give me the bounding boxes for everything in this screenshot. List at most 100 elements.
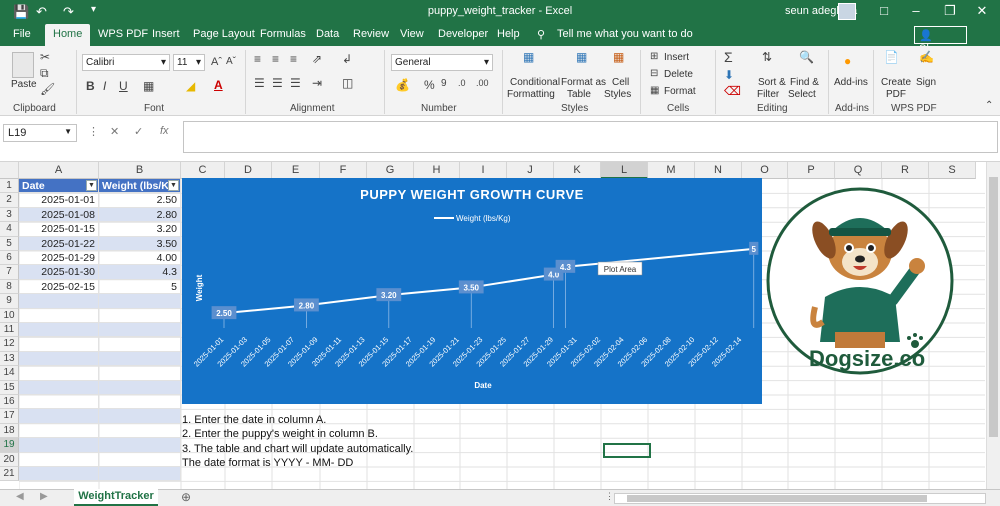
delete-cells-icon[interactable]: ⊟ bbox=[650, 68, 658, 79]
table-cell[interactable] bbox=[99, 423, 181, 439]
column-header-d[interactable]: D bbox=[225, 162, 272, 179]
number-format-select[interactable]: General ▾ bbox=[391, 54, 493, 71]
decrease-font-icon[interactable]: Aˇ bbox=[226, 56, 236, 67]
row-header-7[interactable]: 7 bbox=[0, 265, 19, 280]
row-header-17[interactable]: 17 bbox=[0, 409, 19, 424]
row-header-18[interactable]: 18 bbox=[0, 423, 19, 439]
column-header-l[interactable]: L bbox=[601, 162, 648, 179]
format-painter-icon[interactable]: 🖌 bbox=[40, 82, 55, 96]
next-sheet-icon[interactable]: ▶ bbox=[40, 491, 48, 502]
tab-help[interactable]: Help bbox=[497, 28, 520, 40]
column-header-e[interactable]: E bbox=[272, 162, 320, 179]
ribbon-display-icon[interactable]: □ bbox=[874, 3, 894, 18]
insert-cells-icon[interactable]: ⊞ bbox=[650, 51, 658, 62]
sheet-tab-weighttracker[interactable]: WeightTracker bbox=[74, 489, 158, 506]
paste-icon[interactable] bbox=[12, 52, 34, 78]
format-as-table-icon[interactable]: ▦ bbox=[576, 50, 587, 64]
table-cell[interactable] bbox=[99, 438, 181, 453]
align-right-icon[interactable]: ☰ bbox=[290, 76, 301, 90]
wrap-text-icon[interactable]: ↲ bbox=[342, 52, 352, 66]
row-header-3[interactable]: 3 bbox=[0, 207, 19, 223]
formatting-label[interactable]: Formatting bbox=[507, 89, 555, 101]
merge-icon[interactable]: ◫ bbox=[342, 76, 353, 90]
table-cell[interactable] bbox=[19, 351, 99, 367]
cell-styles-icon[interactable]: ▦ bbox=[613, 50, 624, 64]
active-cell[interactable] bbox=[603, 443, 651, 458]
align-center-icon[interactable]: ☰ bbox=[272, 76, 283, 90]
find-label[interactable]: Find & bbox=[790, 77, 819, 89]
cancel-icon[interactable]: ✕ bbox=[110, 125, 119, 138]
close-icon[interactable]: ✕ bbox=[972, 3, 992, 19]
table-cell[interactable] bbox=[19, 337, 99, 352]
table-cell[interactable] bbox=[19, 467, 99, 482]
autosum-button[interactable]: Σ bbox=[724, 49, 733, 65]
table-cell[interactable]: 4.00 bbox=[99, 251, 181, 266]
table-cell[interactable] bbox=[99, 323, 181, 338]
column-header-h[interactable]: H bbox=[414, 162, 460, 179]
share-button[interactable]: 👤 Share ▾ bbox=[914, 26, 967, 55]
row-header-8[interactable]: 8 bbox=[0, 279, 19, 295]
row-header-15[interactable]: 15 bbox=[0, 380, 19, 395]
collapse-ribbon-icon[interactable]: ⌃ bbox=[985, 100, 993, 111]
name-box[interactable]: L19 ▼ bbox=[3, 124, 77, 142]
filter-dropdown-icon[interactable]: ▼ bbox=[86, 180, 97, 191]
row-header-1[interactable]: 1 bbox=[0, 179, 19, 194]
table-cell[interactable]: 5 bbox=[99, 279, 181, 295]
select-all-corner[interactable] bbox=[0, 162, 19, 179]
table-cell[interactable]: 2025-01-08 bbox=[19, 207, 99, 223]
column-header-k[interactable]: K bbox=[554, 162, 601, 179]
column-header-o[interactable]: O bbox=[742, 162, 788, 179]
table-header-cell[interactable]: Date ▼ bbox=[19, 179, 99, 194]
currency-icon[interactable]: 💰 bbox=[395, 78, 410, 92]
column-header-q[interactable]: Q bbox=[835, 162, 882, 179]
tab-formulas[interactable]: Formulas bbox=[260, 28, 306, 40]
prev-sheet-icon[interactable]: ◀ bbox=[16, 491, 24, 502]
table-cell[interactable]: 3.50 bbox=[99, 236, 181, 251]
table-cell[interactable] bbox=[19, 395, 99, 410]
insert-button[interactable]: Insert bbox=[664, 52, 689, 64]
dogsize-logo[interactable]: Dogsize.co bbox=[765, 182, 955, 382]
tell-me-box[interactable]: Tell me what you want to do bbox=[557, 28, 693, 40]
font-size-select[interactable]: 11 ▾ bbox=[173, 54, 205, 71]
table-cell[interactable] bbox=[99, 337, 181, 352]
column-header-g[interactable]: G bbox=[367, 162, 414, 179]
table-label[interactable]: Table bbox=[567, 89, 591, 101]
table-cell[interactable] bbox=[19, 438, 99, 453]
create-pdf-icon[interactable]: 📄 bbox=[884, 50, 899, 64]
vertical-scroll-thumb[interactable] bbox=[989, 177, 998, 437]
column-header-i[interactable]: I bbox=[460, 162, 507, 179]
table-cell[interactable] bbox=[19, 409, 99, 424]
row-header-4[interactable]: 4 bbox=[0, 222, 19, 237]
filter-label[interactable]: Filter bbox=[757, 89, 779, 101]
fill-color-icon[interactable]: ◢ bbox=[186, 79, 195, 93]
row-header-11[interactable]: 11 bbox=[0, 323, 19, 338]
sort-filter-icon[interactable]: ⇅ bbox=[762, 50, 772, 64]
vertical-scrollbar[interactable] bbox=[986, 162, 1000, 489]
row-header-10[interactable]: 10 bbox=[0, 308, 19, 323]
clear-icon[interactable]: ⌫ bbox=[724, 84, 741, 98]
column-header-f[interactable]: F bbox=[320, 162, 367, 179]
column-header-a[interactable]: A bbox=[19, 162, 99, 179]
table-cell[interactable] bbox=[19, 366, 99, 381]
tab-insert[interactable]: Insert bbox=[152, 28, 180, 40]
table-cell[interactable]: 2.80 bbox=[99, 207, 181, 223]
indent-icon[interactable]: ⇥ bbox=[312, 76, 322, 90]
tab-view[interactable]: View bbox=[400, 28, 424, 40]
table-cell[interactable] bbox=[19, 380, 99, 395]
table-cell[interactable]: 2025-01-22 bbox=[19, 236, 99, 251]
orientation-icon[interactable]: ⇗ bbox=[312, 52, 322, 66]
sign-label[interactable]: Sign bbox=[916, 77, 936, 89]
decrease-decimal-icon[interactable]: .00 bbox=[476, 78, 489, 88]
bold-button[interactable]: B bbox=[86, 79, 95, 93]
row-header-21[interactable]: 21 bbox=[0, 467, 19, 482]
column-header-c[interactable]: C bbox=[181, 162, 225, 179]
add-sheet-icon[interactable]: ⊕ bbox=[181, 490, 191, 504]
borders-icon[interactable]: ▦ bbox=[143, 79, 154, 93]
table-cell[interactable]: 2025-01-01 bbox=[19, 193, 99, 208]
table-cell[interactable]: 2025-01-29 bbox=[19, 251, 99, 266]
table-cell[interactable] bbox=[99, 467, 181, 482]
find-select-icon[interactable]: 🔍 bbox=[799, 50, 814, 64]
table-cell[interactable] bbox=[19, 423, 99, 439]
weight-chart[interactable]: PUPPY WEIGHT GROWTH CURVE Weight (lbs/Kg)… bbox=[182, 178, 762, 404]
table-cell[interactable] bbox=[19, 294, 99, 309]
